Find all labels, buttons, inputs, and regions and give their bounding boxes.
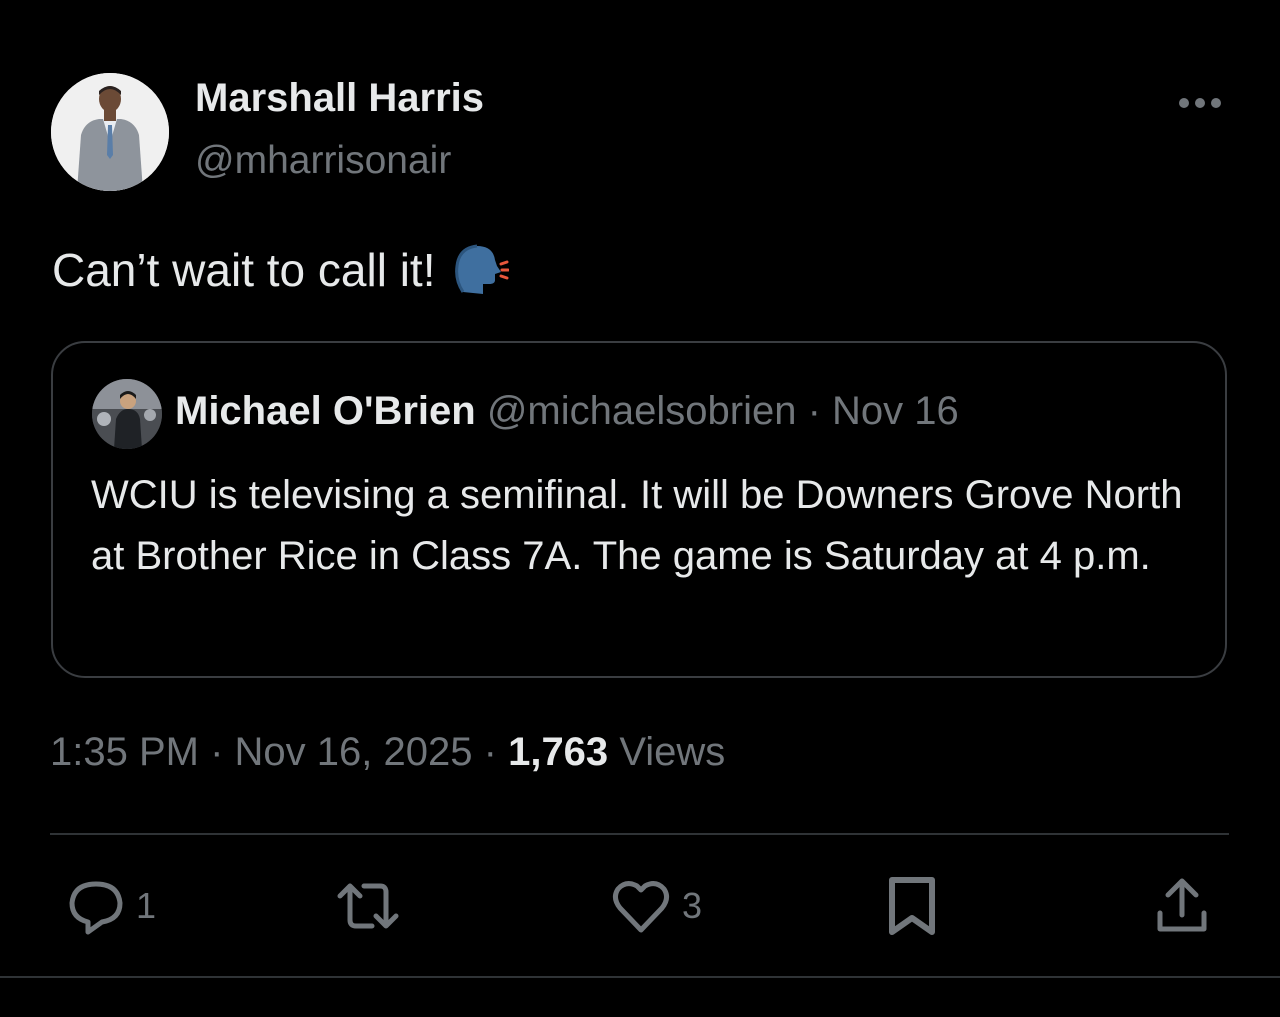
quoted-tweet-card[interactable]: Michael O'Brien @michaelsobrien · Nov 16… bbox=[51, 341, 1227, 678]
tweet-date[interactable]: Nov 16, 2025 bbox=[235, 730, 473, 774]
quoted-author-avatar[interactable] bbox=[92, 379, 162, 449]
quoted-date[interactable]: Nov 16 bbox=[832, 389, 959, 433]
like-button[interactable]: 3 bbox=[610, 874, 702, 938]
quoted-text: WCIU is televising a semifinal. It will … bbox=[91, 473, 1183, 578]
divider bbox=[50, 833, 1229, 835]
heart-icon bbox=[612, 881, 670, 933]
author-handle[interactable]: @mharrisonair bbox=[195, 139, 451, 183]
bookmark-icon bbox=[889, 877, 935, 935]
meta-separator: · bbox=[210, 730, 224, 774]
author-avatar[interactable] bbox=[51, 73, 169, 191]
bottom-divider bbox=[0, 976, 1280, 978]
quoted-author-handle[interactable]: @michaelsobrien bbox=[487, 389, 797, 433]
more-options-button[interactable] bbox=[1176, 92, 1224, 114]
tweet-body: Can’t wait to call it! bbox=[52, 240, 510, 300]
share-button[interactable] bbox=[1152, 874, 1212, 938]
bookmark-button[interactable] bbox=[884, 874, 940, 938]
reply-icon bbox=[69, 881, 123, 935]
meta-separator: · bbox=[483, 730, 497, 774]
repost-icon bbox=[337, 883, 399, 929]
views-label: Views bbox=[619, 730, 726, 774]
tweet-text: Can’t wait to call it! bbox=[52, 244, 436, 296]
author-name[interactable]: Marshall Harris bbox=[195, 76, 484, 121]
views-count: 1,763 bbox=[508, 730, 609, 774]
speaking-head-emoji bbox=[455, 244, 510, 294]
repost-button[interactable] bbox=[334, 874, 402, 938]
quoted-header: Michael O'Brien @michaelsobrien · Nov 16 bbox=[175, 389, 959, 434]
quoted-author-avatar-image bbox=[92, 379, 162, 449]
author-avatar-image bbox=[51, 73, 169, 191]
tweet-time[interactable]: 1:35 PM bbox=[50, 730, 199, 774]
like-count: 3 bbox=[682, 885, 703, 926]
quoted-separator: · bbox=[807, 389, 821, 433]
quoted-author-name[interactable]: Michael O'Brien bbox=[175, 389, 476, 433]
reply-count: 1 bbox=[136, 885, 157, 926]
reply-button[interactable]: 1 bbox=[66, 874, 156, 938]
share-icon bbox=[1157, 878, 1207, 932]
more-horizontal-icon bbox=[1179, 98, 1221, 108]
tweet-meta: 1:35 PM · Nov 16, 2025 · 1,763 Views bbox=[50, 730, 725, 775]
